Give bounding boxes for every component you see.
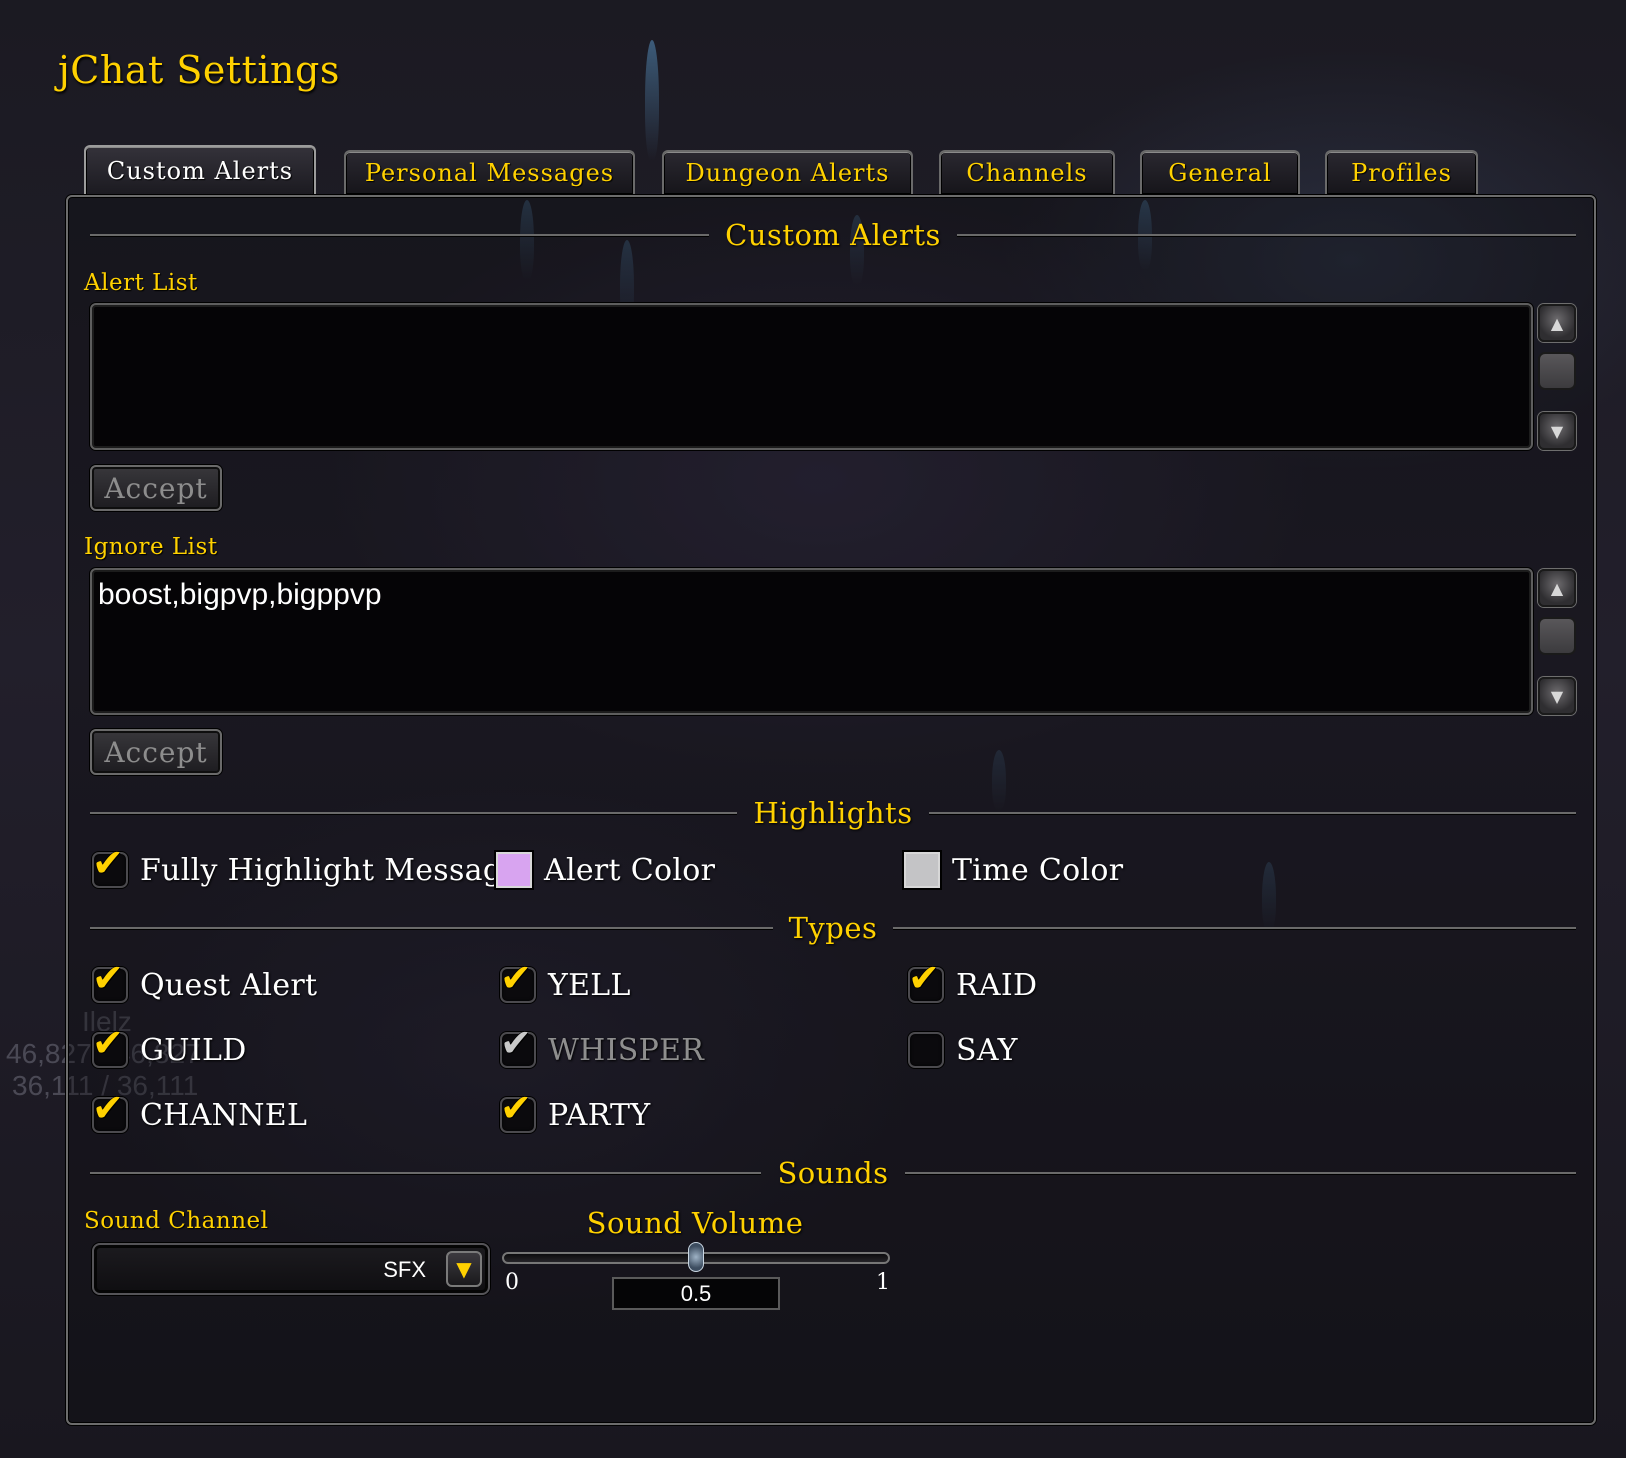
divider	[90, 1172, 762, 1174]
type-label: CHANNEL	[140, 1097, 308, 1133]
type-label: WHISPER	[548, 1032, 705, 1068]
alert-color-swatch[interactable]	[496, 852, 532, 888]
tab-label: Custom Alerts	[106, 157, 294, 185]
sound-volume-min: 0	[505, 1270, 519, 1295]
section-header-custom-alerts: Custom Alerts	[90, 215, 1577, 255]
fully-highlight-label: Fully Highlight Message	[140, 852, 521, 888]
check-icon: ✔	[500, 1086, 532, 1130]
check-icon: ✔	[500, 1021, 532, 1065]
type-label: RAID	[956, 967, 1038, 1003]
type-option-party[interactable]: ✔ PARTY	[500, 1089, 651, 1133]
check-icon: ✔	[92, 956, 124, 1000]
sound-channel-value: SFX	[383, 1257, 426, 1282]
type-label: GUILD	[140, 1032, 247, 1068]
type-checkbox[interactable]: ✔	[92, 959, 128, 1003]
divider	[956, 234, 1577, 236]
check-icon: ✔	[92, 1021, 124, 1065]
tab-personal-messages[interactable]: Personal Messages	[344, 150, 635, 194]
type-label: SAY	[956, 1032, 1018, 1068]
alert-list-label: Alert List	[84, 270, 198, 296]
scroll-up-icon[interactable]: ▲	[1538, 569, 1576, 607]
fully-highlight-checkbox[interactable]: ✔	[92, 844, 128, 888]
type-option-yell[interactable]: ✔ YELL	[500, 959, 631, 1003]
scroll-down-icon[interactable]: ▼	[1538, 677, 1576, 715]
type-checkbox[interactable]: ✔	[92, 1089, 128, 1133]
divider	[90, 812, 738, 814]
sound-volume-value[interactable]: 0.5	[612, 1277, 780, 1310]
divider	[904, 1172, 1577, 1174]
background-crystal	[645, 40, 659, 160]
sound-channel-label: Sound Channel	[84, 1208, 269, 1234]
tab-label: General	[1168, 159, 1272, 187]
tab-profiles[interactable]: Profiles	[1325, 150, 1478, 194]
check-icon: ✔	[500, 956, 532, 1000]
dropdown-arrow-icon[interactable]: ▼	[446, 1251, 482, 1287]
check-icon: ✔	[92, 841, 124, 885]
scrollbar-thumb[interactable]	[1538, 617, 1576, 655]
tab-label: Channels	[966, 159, 1088, 187]
fully-highlight-message-option[interactable]: ✔ Fully Highlight Message	[92, 844, 521, 888]
tab-dungeon-alerts[interactable]: Dungeon Alerts	[662, 150, 913, 194]
scrollbar-thumb[interactable]	[1538, 352, 1576, 390]
type-option-whisper[interactable]: ✔ WHISPER	[500, 1024, 705, 1068]
window-title: jChat Settings	[58, 48, 340, 92]
tab-channels[interactable]: Channels	[939, 150, 1115, 194]
scroll-up-icon[interactable]: ▲	[1538, 304, 1576, 342]
tab-label: Profiles	[1351, 159, 1452, 187]
sound-volume-label: Sound Volume	[586, 1206, 804, 1240]
tab-custom-alerts[interactable]: Custom Alerts	[84, 145, 316, 195]
type-option-say[interactable]: SAY	[908, 1032, 1018, 1068]
section-title: Custom Alerts	[725, 218, 941, 252]
type-checkbox[interactable]: ✔	[500, 1089, 536, 1133]
type-label: PARTY	[548, 1097, 651, 1133]
time-color-swatch[interactable]	[904, 852, 940, 888]
tab-general[interactable]: General	[1140, 150, 1300, 194]
ignore-list-input[interactable]: boost,bigpvp,bigppvp	[90, 568, 1533, 715]
type-option-guild[interactable]: ✔ GUILD	[92, 1024, 247, 1068]
alert-list-input[interactable]	[90, 303, 1533, 450]
divider	[928, 812, 1577, 814]
section-title: Sounds	[777, 1156, 889, 1190]
section-header-highlights: Highlights	[90, 793, 1577, 833]
divider	[893, 927, 1576, 929]
type-option-quest-alert[interactable]: ✔ Quest Alert	[92, 959, 318, 1003]
check-icon: ✔	[908, 956, 940, 1000]
type-checkbox[interactable]	[908, 1032, 944, 1068]
section-title: Highlights	[753, 796, 913, 830]
type-checkbox[interactable]: ✔	[500, 959, 536, 1003]
alert-list-accept-button[interactable]: Accept	[90, 465, 222, 511]
type-option-channel[interactable]: ✔ CHANNEL	[92, 1089, 308, 1133]
sound-channel-dropdown[interactable]: SFX ▼	[92, 1243, 490, 1295]
time-color-option[interactable]: Time Color	[904, 852, 1123, 888]
time-color-label: Time Color	[952, 852, 1124, 888]
type-checkbox[interactable]: ✔	[500, 1024, 536, 1068]
sound-volume-max: 1	[876, 1270, 890, 1295]
game-ui-background: Ilelz 46,827 / 46,827 36,111 / 36,111 jC…	[0, 0, 1626, 1458]
check-icon: ✔	[92, 1086, 124, 1130]
alert-color-label: Alert Color	[544, 852, 716, 888]
tab-label: Dungeon Alerts	[685, 159, 890, 187]
type-label: YELL	[548, 967, 631, 1003]
sound-volume-thumb[interactable]	[688, 1242, 704, 1272]
type-checkbox[interactable]: ✔	[92, 1024, 128, 1068]
type-option-raid[interactable]: ✔ RAID	[908, 959, 1038, 1003]
divider	[90, 927, 773, 929]
type-label: Quest Alert	[140, 967, 318, 1003]
divider	[90, 234, 710, 236]
ignore-list-label: Ignore List	[84, 534, 218, 560]
section-title: Types	[788, 911, 878, 945]
type-checkbox[interactable]: ✔	[908, 959, 944, 1003]
ignore-list-accept-button[interactable]: Accept	[90, 729, 222, 775]
section-header-types: Types	[90, 908, 1576, 948]
section-header-sounds: Sounds	[90, 1153, 1577, 1193]
alert-color-option[interactable]: Alert Color	[496, 852, 715, 888]
scroll-down-icon[interactable]: ▼	[1538, 412, 1576, 450]
tab-label: Personal Messages	[364, 159, 615, 187]
